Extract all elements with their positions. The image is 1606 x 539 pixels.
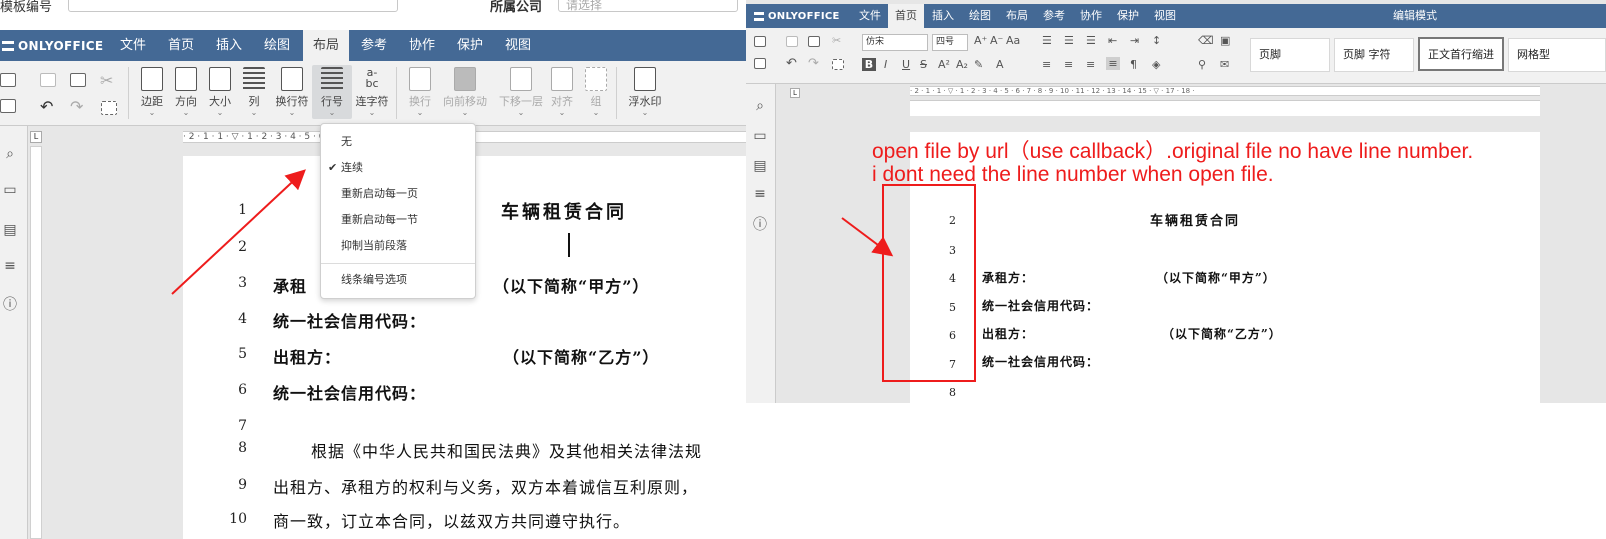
right-editor-window: ONLYOFFICE 文件 首页 插入 绘图 布局 参考 协作 保护 视图 编辑… bbox=[746, 0, 1606, 539]
left-editor-window: 模板编号 所属公司 请选择 ONLYOFFICE 文件 首页 插入 绘图 布局 … bbox=[0, 0, 746, 539]
annotation-overlay bbox=[841, 184, 976, 382]
annotation-arrow-left bbox=[171, 169, 306, 295]
